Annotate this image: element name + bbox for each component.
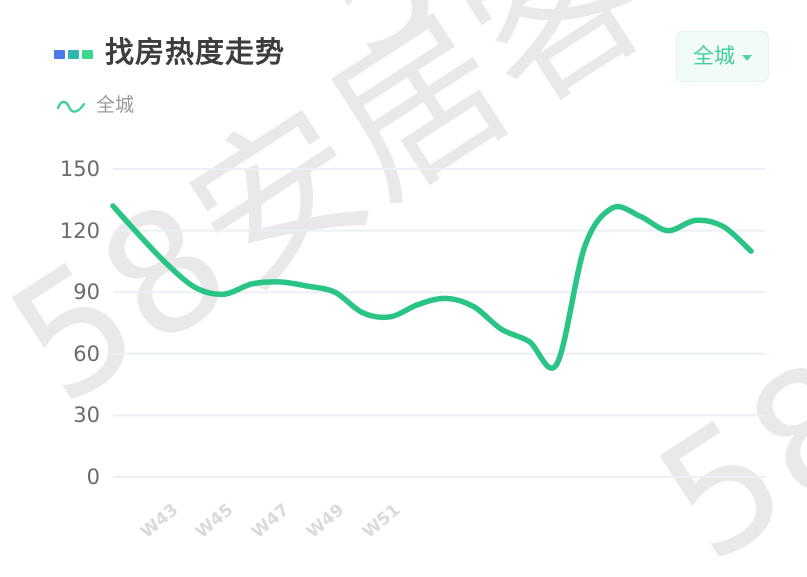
x-axis-tick-label: W47 [247,500,294,543]
page-title: 找房热度走势 [105,35,286,69]
heat-trend-chart-card: 58安居客 58安居客 58安居客 0306090120150 W43W45W4… [0,0,807,577]
legend-item-label: 全城 [96,94,135,116]
chevron-down-icon [742,55,752,61]
x-axis-tick-label: W45 [192,500,238,543]
city-filter-label: 全城 [693,44,735,68]
x-axis-tick-label: W43 [136,500,183,543]
city-filter-dropdown[interactable]: 全城 [676,31,769,82]
title-marker-icon [54,49,93,59]
title-row: 找房热度走势 [54,38,285,67]
chart-header: 找房热度走势 全城 全城 [0,0,807,140]
legend[interactable]: 全城 [56,96,134,115]
wave-line-icon [56,100,86,113]
x-axis-tick-label: W51 [358,500,405,543]
x-axis-tick-label: W49 [303,500,349,543]
